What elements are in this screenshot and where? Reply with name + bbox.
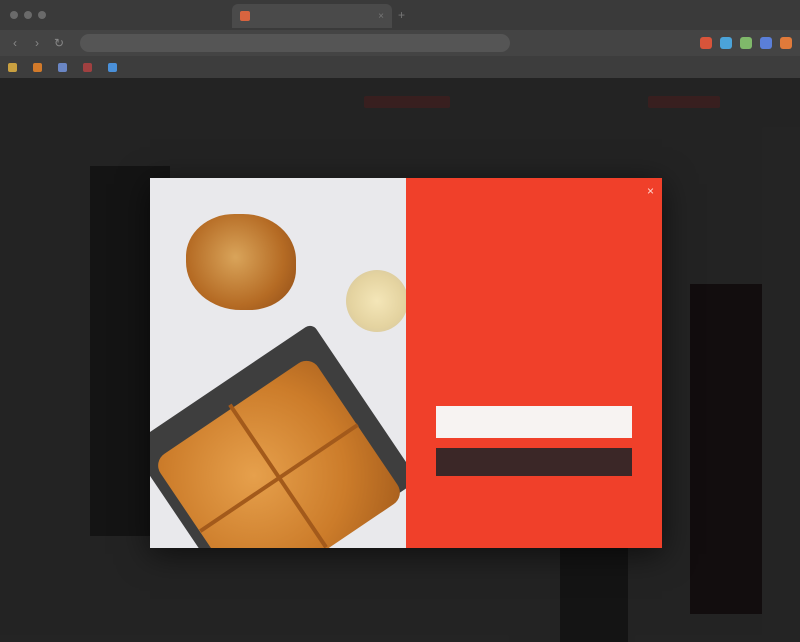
tab-bar: × +	[0, 0, 800, 30]
signup-panel: ×	[406, 178, 662, 548]
address-bar-row: ‹ › ↻	[0, 30, 800, 56]
newsletter-modal: ×	[150, 178, 662, 548]
tab-close-icon[interactable]: ×	[378, 11, 384, 22]
bookmark-icon	[33, 62, 42, 72]
close-icon[interactable]: ×	[647, 184, 654, 198]
bookmark-icon	[8, 62, 17, 72]
browser-tab[interactable]: ×	[232, 4, 392, 28]
extension-icon[interactable]	[760, 37, 772, 49]
forward-button[interactable]: ›	[30, 36, 44, 50]
bookmark-item[interactable]	[108, 62, 121, 72]
bookmark-icon	[83, 62, 92, 72]
new-tab-button[interactable]: +	[398, 8, 405, 22]
close-window-icon[interactable]	[10, 11, 18, 19]
bookmark-item[interactable]	[8, 62, 21, 72]
extension-icon[interactable]	[780, 37, 792, 49]
bookmark-icon	[108, 62, 117, 72]
bread-photo	[150, 178, 406, 548]
bookmarks-bar	[0, 56, 800, 78]
butter-bowl-image	[346, 270, 406, 332]
bookmark-item[interactable]	[58, 62, 71, 72]
favicon-icon	[240, 11, 250, 21]
back-button[interactable]: ‹	[8, 36, 22, 50]
bookmark-item[interactable]	[33, 62, 46, 72]
window-controls[interactable]	[10, 11, 46, 19]
bookmark-item[interactable]	[83, 62, 96, 72]
bread-loaf-image	[152, 355, 406, 548]
bookmark-icon	[58, 62, 67, 72]
url-field[interactable]	[80, 34, 510, 52]
submit-button[interactable]	[436, 448, 632, 476]
minimize-window-icon[interactable]	[24, 11, 32, 19]
email-field[interactable]	[436, 406, 632, 438]
extension-icon[interactable]	[740, 37, 752, 49]
extension-icon[interactable]	[700, 37, 712, 49]
bread-roll-image	[186, 214, 296, 310]
extension-icons	[700, 37, 792, 49]
extension-icon[interactable]	[720, 37, 732, 49]
maximize-window-icon[interactable]	[38, 11, 46, 19]
reload-button[interactable]: ↻	[52, 36, 66, 50]
